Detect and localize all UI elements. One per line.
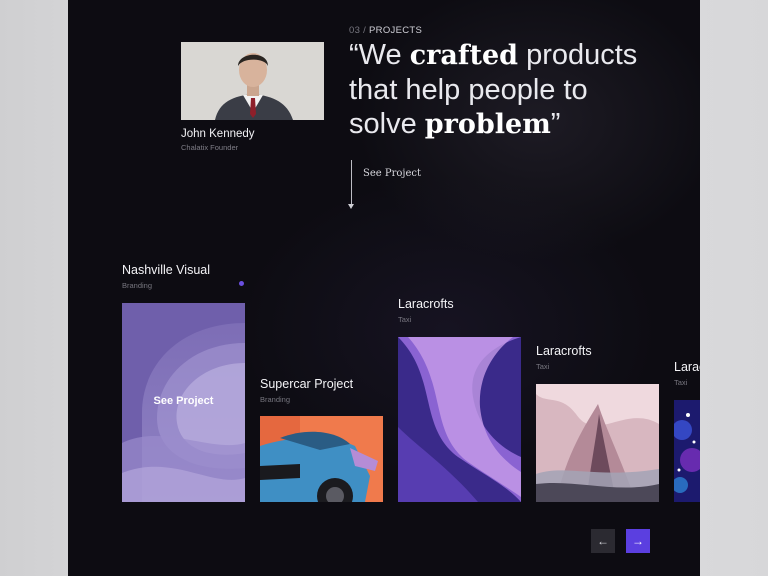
- card-title: Supercar Project: [260, 377, 354, 391]
- project-card-laracrofts-1[interactable]: Laracrofts Taxi: [398, 297, 521, 324]
- see-project-label: See Project: [363, 168, 422, 179]
- section-number: 03: [349, 25, 361, 36]
- card-category: Branding: [260, 395, 291, 404]
- quote-bold-crafted: crafted: [409, 40, 519, 71]
- founder-portrait: [181, 42, 324, 120]
- card-title: Nashville Visual: [122, 263, 211, 277]
- quote-close: ”: [550, 108, 561, 140]
- card-image-laracrofts-3[interactable]: [672, 400, 700, 502]
- card-image-supercar[interactable]: [260, 416, 383, 514]
- card-title: Laracrofts: [674, 360, 700, 374]
- arrow-left-icon: ←: [597, 534, 609, 548]
- quote-bold-problem: problem: [424, 109, 551, 140]
- arrow-down-icon: [348, 204, 354, 209]
- card-category: Branding: [122, 281, 153, 290]
- project-card-laracrofts-2[interactable]: Laracrofts Taxi: [536, 344, 659, 371]
- card-image-laracrofts-2[interactable]: [536, 384, 659, 502]
- card-title: Laracrofts: [536, 344, 592, 358]
- see-project-overlay-button[interactable]: See Project: [122, 395, 245, 407]
- founder-name: John Kennedy: [181, 128, 255, 140]
- card-title: Laracrofts: [398, 297, 454, 311]
- headline-quote: “We crafted products that help people to…: [349, 38, 649, 142]
- project-card-laracrofts-3[interactable]: Laracrofts Taxi: [674, 360, 700, 387]
- section-breadcrumb: 03 / PROJECTS: [349, 25, 422, 36]
- project-card-supercar[interactable]: Supercar Project Branding: [260, 377, 383, 404]
- next-button[interactable]: →: [626, 529, 650, 553]
- card-image-nashville[interactable]: See Project: [122, 303, 245, 502]
- quote-open: “We: [349, 39, 410, 71]
- arrow-right-icon: →: [632, 534, 644, 548]
- section-separator: /: [363, 25, 367, 36]
- card-image-laracrofts-1[interactable]: [398, 337, 521, 502]
- prev-button[interactable]: ←: [591, 529, 615, 553]
- projects-section: 03 / PROJECTS “We crafted products that …: [68, 0, 700, 576]
- card-category: Taxi: [398, 315, 412, 324]
- card-category: Taxi: [536, 362, 550, 371]
- project-card-nashville[interactable]: Nashville Visual Branding: [122, 263, 245, 290]
- section-label: PROJECTS: [369, 25, 423, 36]
- card-category: Taxi: [674, 378, 688, 387]
- founder-role: Chalatix Founder: [181, 143, 239, 152]
- active-indicator-dot: [239, 281, 244, 286]
- scroll-line: [351, 160, 352, 206]
